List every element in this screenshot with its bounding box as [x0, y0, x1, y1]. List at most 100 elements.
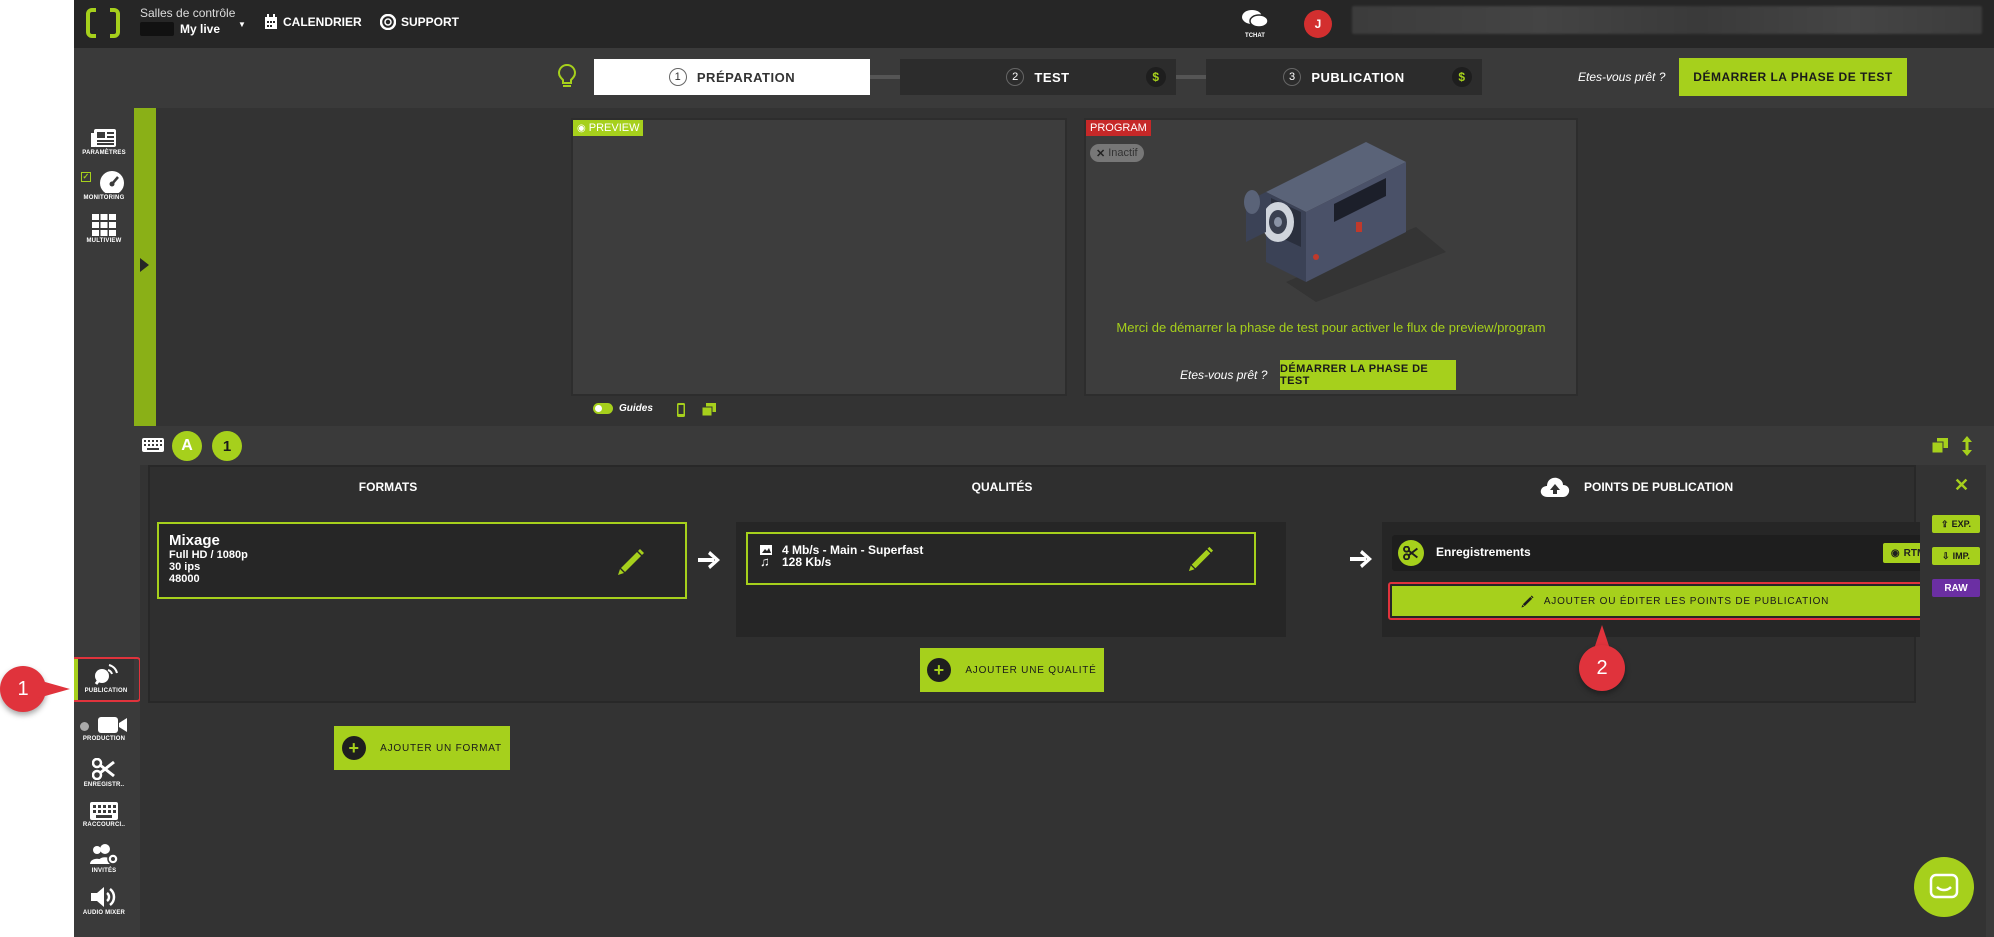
step-label: PRÉPARATION [696, 69, 796, 85]
sidebar-item-parametres[interactable]: PARAMÈTRES [74, 128, 134, 156]
import-button[interactable]: ⇩ IMP. [1932, 547, 1980, 565]
support-chat-widget[interactable] [1914, 857, 1974, 917]
sidebar-item-label: PARAMÈTRES [82, 150, 126, 156]
blurred-user-info [1352, 6, 1982, 34]
sidebar-item-raccourcis[interactable]: RACCOURCI.. [74, 802, 134, 828]
export-button[interactable]: ⇪ EXP. [1932, 515, 1980, 533]
lightbulb-icon[interactable] [558, 64, 576, 88]
sidebar-item-label: INVITÉS [91, 868, 117, 874]
step-number: 1 [668, 68, 687, 86]
grid-icon [92, 214, 116, 236]
copy-layers-icon[interactable] [1932, 438, 1948, 453]
close-panel-icon[interactable]: ✕ [1954, 475, 1969, 496]
program-monitor: PROGRAM ✕ Inactif Merci de démarrer la p… [1084, 118, 1578, 396]
raw-button[interactable]: RAW [1932, 579, 1980, 597]
live-thumbnail [140, 22, 174, 36]
step-publication[interactable]: 3 PUBLICATION $ [1206, 59, 1482, 95]
chat-button[interactable]: TCHAT [1240, 8, 1270, 39]
publication-highlight-frame [74, 657, 141, 702]
add-edit-publish-points-button[interactable]: AJOUTER OU ÉDITER LES POINTS DE PUBLICAT… [1392, 586, 1958, 616]
gauge-icon [100, 171, 124, 193]
preview-monitor: ◉ PREVIEW [571, 118, 1067, 396]
sidebar-item-label: RACCOURCI.. [82, 822, 126, 828]
pencil-icon [1521, 594, 1534, 608]
mobile-icon[interactable] [676, 403, 686, 417]
arrow-right-icon [1350, 550, 1372, 568]
step-preparation[interactable]: 1 PRÉPARATION [594, 59, 870, 95]
quality-card[interactable]: 4 Mb/s - Main - Superfast ♫ 128 Kb/s [746, 532, 1256, 585]
pencil-icon[interactable] [1188, 546, 1214, 572]
column-header-publish-points: POINTS DE PUBLICATION [1540, 476, 1733, 498]
quality-audio-row: ♫ 128 Kb/s [760, 554, 832, 569]
sidebar-item-label: MULTIVIEW [86, 238, 122, 244]
sidebar-item-label: AUDIO MIXER [82, 910, 126, 916]
resize-vertical-icon[interactable] [1962, 436, 1972, 456]
publish-point-row[interactable]: Enregistrements ◉ RTMP [1392, 535, 1960, 571]
users-gear-icon [90, 844, 119, 865]
calendar-link[interactable]: CALENDRIER [264, 14, 362, 30]
format-title: Mixage [169, 532, 220, 549]
step-label: TEST [1034, 69, 1070, 85]
control-room-label: Salles de contrôle [140, 6, 236, 20]
eye-icon: ◉ [577, 122, 586, 134]
left-sidebar: PARAMÈTRES ✓ MONITORING MULTIVIEW PUBLIC… [74, 110, 141, 937]
live-name: My live [180, 22, 221, 36]
download-icon: ⇩ [1942, 550, 1950, 561]
add-format-button[interactable]: + AJOUTER UN FORMAT [334, 726, 510, 770]
top-bar: Salles de contrôle My live ▼ CALENDRIER … [74, 0, 1994, 48]
sidebar-item-audio-mixer[interactable]: AUDIO MIXER [74, 886, 134, 916]
inactive-badge: ✕ Inactif [1090, 144, 1144, 162]
support-label: SUPPORT [401, 15, 460, 29]
pencil-icon[interactable] [617, 548, 645, 576]
arrow-right-icon [698, 551, 720, 569]
calendar-icon [265, 14, 277, 29]
cloud-upload-icon [1540, 477, 1570, 497]
live-selector[interactable]: My live ▼ [140, 19, 246, 36]
format-resolution: Full HD / 1080p [169, 549, 248, 561]
plus-circle-icon: + [342, 736, 367, 760]
app-window: Salles de contrôle My live ▼ CALENDRIER … [74, 0, 1994, 937]
sidebar-item-monitoring[interactable]: ✓ MONITORING [74, 171, 134, 201]
step-label: PUBLICATION [1311, 69, 1405, 85]
user-avatar[interactable]: J [1304, 10, 1332, 38]
program-ready-prompt: Etes-vous prêt ? [1180, 368, 1268, 382]
chat-label: TCHAT [1245, 33, 1265, 39]
sidebar-item-multiview[interactable]: MULTIVIEW [74, 214, 134, 244]
step-number: 2 [1006, 68, 1025, 86]
scene-a-button[interactable]: A [172, 431, 202, 461]
sidebar-item-invites[interactable]: INVITÉS [74, 844, 134, 874]
program-message: Merci de démarrer la phase de test pour … [1116, 320, 1546, 335]
keyboard-shortcut-icon[interactable] [142, 438, 164, 452]
app-logo[interactable] [86, 7, 120, 39]
support-link[interactable]: SUPPORT [380, 14, 459, 30]
sidebar-item-enregistrements[interactable]: ENREGISTR.. [74, 758, 134, 788]
keyboard-icon [90, 802, 118, 820]
plus-circle-icon: + [927, 658, 952, 682]
checkbox-checked-icon: ✓ [81, 172, 91, 182]
step-test[interactable]: 2 TEST $ [900, 59, 1176, 95]
annotation-marker-2: 2 [1578, 625, 1626, 697]
video-camera-icon [98, 717, 127, 733]
guides-toggle[interactable]: Guides [593, 403, 653, 414]
scene-1-button[interactable]: 1 [212, 431, 242, 461]
expand-arrow-icon [140, 258, 149, 272]
collapsed-panel-toggle[interactable] [134, 108, 156, 426]
add-quality-button[interactable]: + AJOUTER UNE QUALITÉ [920, 648, 1104, 692]
start-test-button[interactable]: DÉMARRER LA PHASE DE TEST [1679, 58, 1907, 96]
caret-down-icon: ▼ [238, 19, 246, 29]
video-stage [156, 108, 1994, 426]
sidebar-item-production[interactable]: PRODUCTION [74, 716, 134, 742]
speaker-icon [91, 887, 116, 907]
program-start-test-button[interactable]: DÉMARRER LA PHASE DE TEST [1280, 360, 1456, 390]
duplicate-icon[interactable] [702, 403, 716, 416]
sidebar-item-label: PRODUCTION [82, 736, 126, 742]
format-card[interactable]: Mixage Full HD / 1080p 30 ips 48000 [157, 522, 687, 599]
step-number: 3 [1283, 68, 1302, 86]
guides-label: Guides [619, 403, 653, 414]
toggle-switch[interactable] [593, 403, 613, 414]
close-icon: ✕ [1096, 147, 1106, 160]
sidebar-item-label: ENREGISTR.. [83, 782, 125, 788]
preview-label: ◉ PREVIEW [573, 120, 644, 136]
paid-badge-icon: $ [1452, 67, 1472, 87]
camera-illustration [1244, 142, 1446, 302]
